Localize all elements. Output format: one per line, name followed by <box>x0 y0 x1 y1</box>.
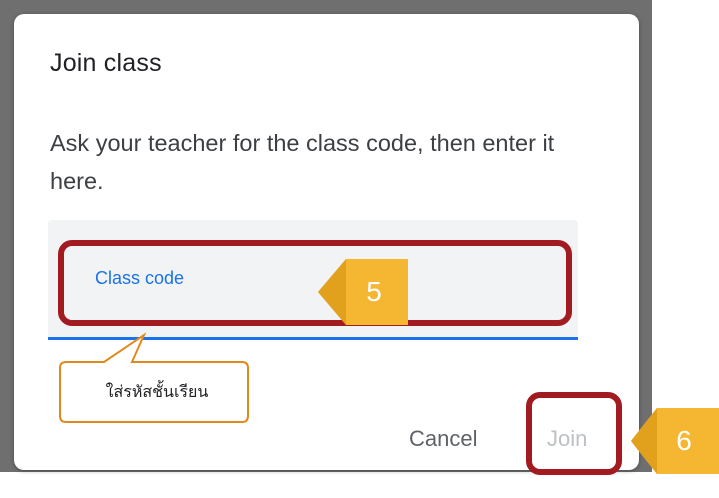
step-5-number: 5 <box>366 276 382 307</box>
step-6-number: 6 <box>676 425 692 456</box>
hint-speech-bubble: ใส่รหัสชั้นเรียน <box>52 332 262 424</box>
hint-bubble-shape <box>59 332 249 423</box>
dialog-title: Join class <box>50 49 162 77</box>
screenshot-stage: Join class Ask your teacher for the clas… <box>0 0 719 498</box>
field-highlight-frame <box>58 240 572 326</box>
dialog-description: Ask your teacher for the class code, the… <box>50 130 555 194</box>
step-5-callout: 5 <box>318 259 408 325</box>
join-highlight-frame <box>526 392 622 475</box>
step-6-callout: 6 <box>631 408 719 474</box>
cancel-button[interactable]: Cancel <box>409 426 477 452</box>
hint-text: ใส่รหัสชั้นเรียน <box>105 382 209 401</box>
